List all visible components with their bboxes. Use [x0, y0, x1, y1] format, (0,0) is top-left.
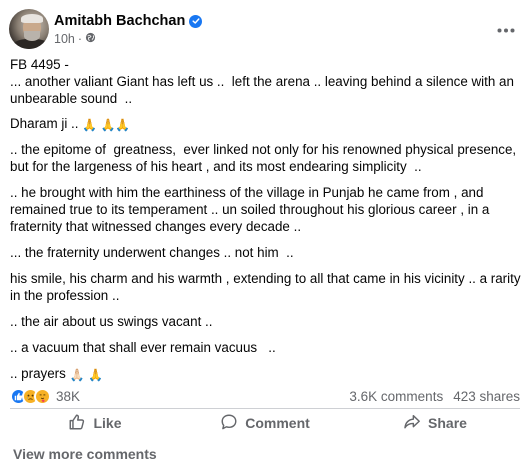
actions-divider	[10, 408, 520, 409]
comment-label: Comment	[245, 415, 310, 431]
post-actions: Like Comment Share	[10, 410, 520, 436]
post-paragraph: .. the air about us swings vacant ..	[10, 314, 213, 329]
comment-button[interactable]: Comment	[180, 410, 350, 436]
like-label: Like	[93, 415, 122, 431]
post-paragraph-dharam: Dharam ji .. 🙏 🙏🙏	[10, 116, 131, 132]
more-options-icon[interactable]	[494, 20, 518, 40]
public-globe-icon[interactable]	[85, 32, 96, 46]
engagement-counts: 3.6K comments 423 shares	[349, 389, 520, 404]
post-stats: 38K 3.6K comments 423 shares	[10, 386, 520, 406]
post-paragraph: his smile, his charm and his warmth , ex…	[10, 271, 525, 303]
thumbs-up-icon	[68, 413, 86, 434]
like-button[interactable]: Like	[10, 410, 180, 436]
share-label: Share	[428, 415, 467, 431]
post-paragraph-prayers: .. prayers 🙏🏻 🙏	[10, 366, 104, 382]
comments-count-link[interactable]: 3.6K comments	[349, 389, 443, 404]
post-paragraph: .. a vacuum that shall ever remain vacuu…	[10, 340, 276, 355]
author-avatar[interactable]	[9, 9, 49, 49]
share-button[interactable]: Share	[350, 410, 520, 436]
author-name-row: Amitabh Bachchan	[54, 13, 203, 29]
share-arrow-icon	[403, 413, 421, 434]
author-name[interactable]: Amitabh Bachchan	[54, 13, 185, 29]
meta-separator: ·	[77, 32, 83, 46]
post-paragraph: .. the epitome of greatness, ever linked…	[10, 142, 520, 174]
post-paragraph: ... the fraternity underwent changes .. …	[10, 245, 294, 260]
verified-badge-icon	[189, 14, 203, 28]
reaction-count: 38K	[56, 388, 81, 404]
folded-hands-emoji: 🙏 🙏🙏	[82, 118, 131, 132]
view-more-comments-link[interactable]: View more comments	[13, 446, 157, 462]
post-card: Amitabh Bachchan 10h · FB 4495 - ... ano…	[0, 0, 532, 466]
speech-bubble-icon	[220, 413, 238, 434]
folded-hands-emoji: 🙏	[88, 368, 104, 382]
shares-count-link[interactable]: 423 shares	[453, 389, 520, 404]
folded-hands-light-emoji: 🙏🏻	[69, 368, 85, 382]
reactions-summary[interactable]: 38K	[10, 387, 81, 405]
post-time[interactable]: 10h	[54, 32, 75, 46]
post-meta: 10h ·	[54, 32, 96, 46]
post-paragraph: FB 4495 - ... another valiant Giant has …	[10, 57, 514, 106]
post-paragraph: .. he brought with him the earthiness of…	[10, 185, 494, 234]
post-body: FB 4495 - ... another valiant Giant has …	[10, 56, 522, 391]
post-header: Amitabh Bachchan 10h ·	[9, 9, 532, 51]
care-reaction-icon	[34, 387, 51, 405]
